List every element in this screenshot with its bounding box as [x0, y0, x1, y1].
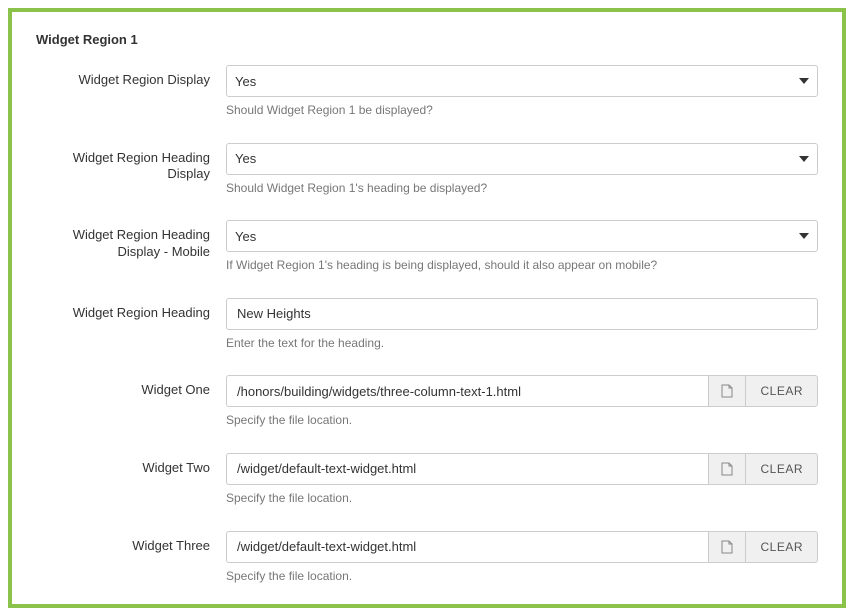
field-hint: Specify the file location.	[226, 491, 818, 507]
widget-two-clear-button[interactable]: CLEAR	[745, 453, 818, 485]
field-hint: Specify the file location.	[226, 569, 818, 585]
widget-one-browse-button[interactable]	[708, 375, 745, 407]
panel-title: Widget Region 1	[36, 32, 818, 47]
heading-display-mobile-select[interactable]: Yes	[226, 220, 818, 252]
field-label: Widget Region Display	[36, 65, 226, 119]
field-widget-two: Widget Two CLEAR Specify the file locati…	[36, 453, 818, 507]
widget-two-input[interactable]	[226, 453, 708, 485]
field-heading: Widget Region Heading Enter the text for…	[36, 298, 818, 352]
field-label: Widget Region Heading	[36, 298, 226, 352]
field-label: Widget Two	[36, 453, 226, 507]
widget-two-browse-button[interactable]	[708, 453, 745, 485]
widget-three-input[interactable]	[226, 531, 708, 563]
field-control: CLEAR Specify the file location.	[226, 453, 818, 507]
field-control: Enter the text for the heading.	[226, 298, 818, 352]
field-label: Widget One	[36, 375, 226, 429]
widget-three-clear-button[interactable]: CLEAR	[745, 531, 818, 563]
widget-one-clear-button[interactable]: CLEAR	[745, 375, 818, 407]
field-label: Widget Region Heading Display - Mobile	[36, 220, 226, 274]
field-hint: If Widget Region 1's heading is being di…	[226, 258, 818, 274]
field-hint: Should Widget Region 1 be displayed?	[226, 103, 818, 119]
field-display: Widget Region Display Yes Should Widget …	[36, 65, 818, 119]
field-hint: Specify the file location.	[226, 413, 818, 429]
field-label: Widget Three	[36, 531, 226, 585]
field-widget-one: Widget One CLEAR Specify the file locati…	[36, 375, 818, 429]
field-hint: Should Widget Region 1's heading be disp…	[226, 181, 818, 197]
field-control: CLEAR Specify the file location.	[226, 531, 818, 585]
widget-one-input[interactable]	[226, 375, 708, 407]
file-icon	[721, 540, 733, 554]
field-control: Yes If Widget Region 1's heading is bein…	[226, 220, 818, 274]
field-control: CLEAR Specify the file location.	[226, 375, 818, 429]
field-heading-display-mobile: Widget Region Heading Display - Mobile Y…	[36, 220, 818, 274]
file-icon	[721, 462, 733, 476]
field-label: Widget Region Heading Display	[36, 143, 226, 197]
heading-display-select[interactable]: Yes	[226, 143, 818, 175]
field-hint: Enter the text for the heading.	[226, 336, 818, 352]
heading-input[interactable]	[226, 298, 818, 330]
field-control: Yes Should Widget Region 1 be displayed?	[226, 65, 818, 119]
widget-three-browse-button[interactable]	[708, 531, 745, 563]
field-heading-display: Widget Region Heading Display Yes Should…	[36, 143, 818, 197]
field-control: Yes Should Widget Region 1's heading be …	[226, 143, 818, 197]
field-widget-three: Widget Three CLEAR Specify the file loca…	[36, 531, 818, 585]
file-group: CLEAR	[226, 453, 818, 485]
file-icon	[721, 384, 733, 398]
display-select[interactable]: Yes	[226, 65, 818, 97]
widget-region-panel: Widget Region 1 Widget Region Display Ye…	[8, 8, 846, 608]
file-group: CLEAR	[226, 531, 818, 563]
file-group: CLEAR	[226, 375, 818, 407]
